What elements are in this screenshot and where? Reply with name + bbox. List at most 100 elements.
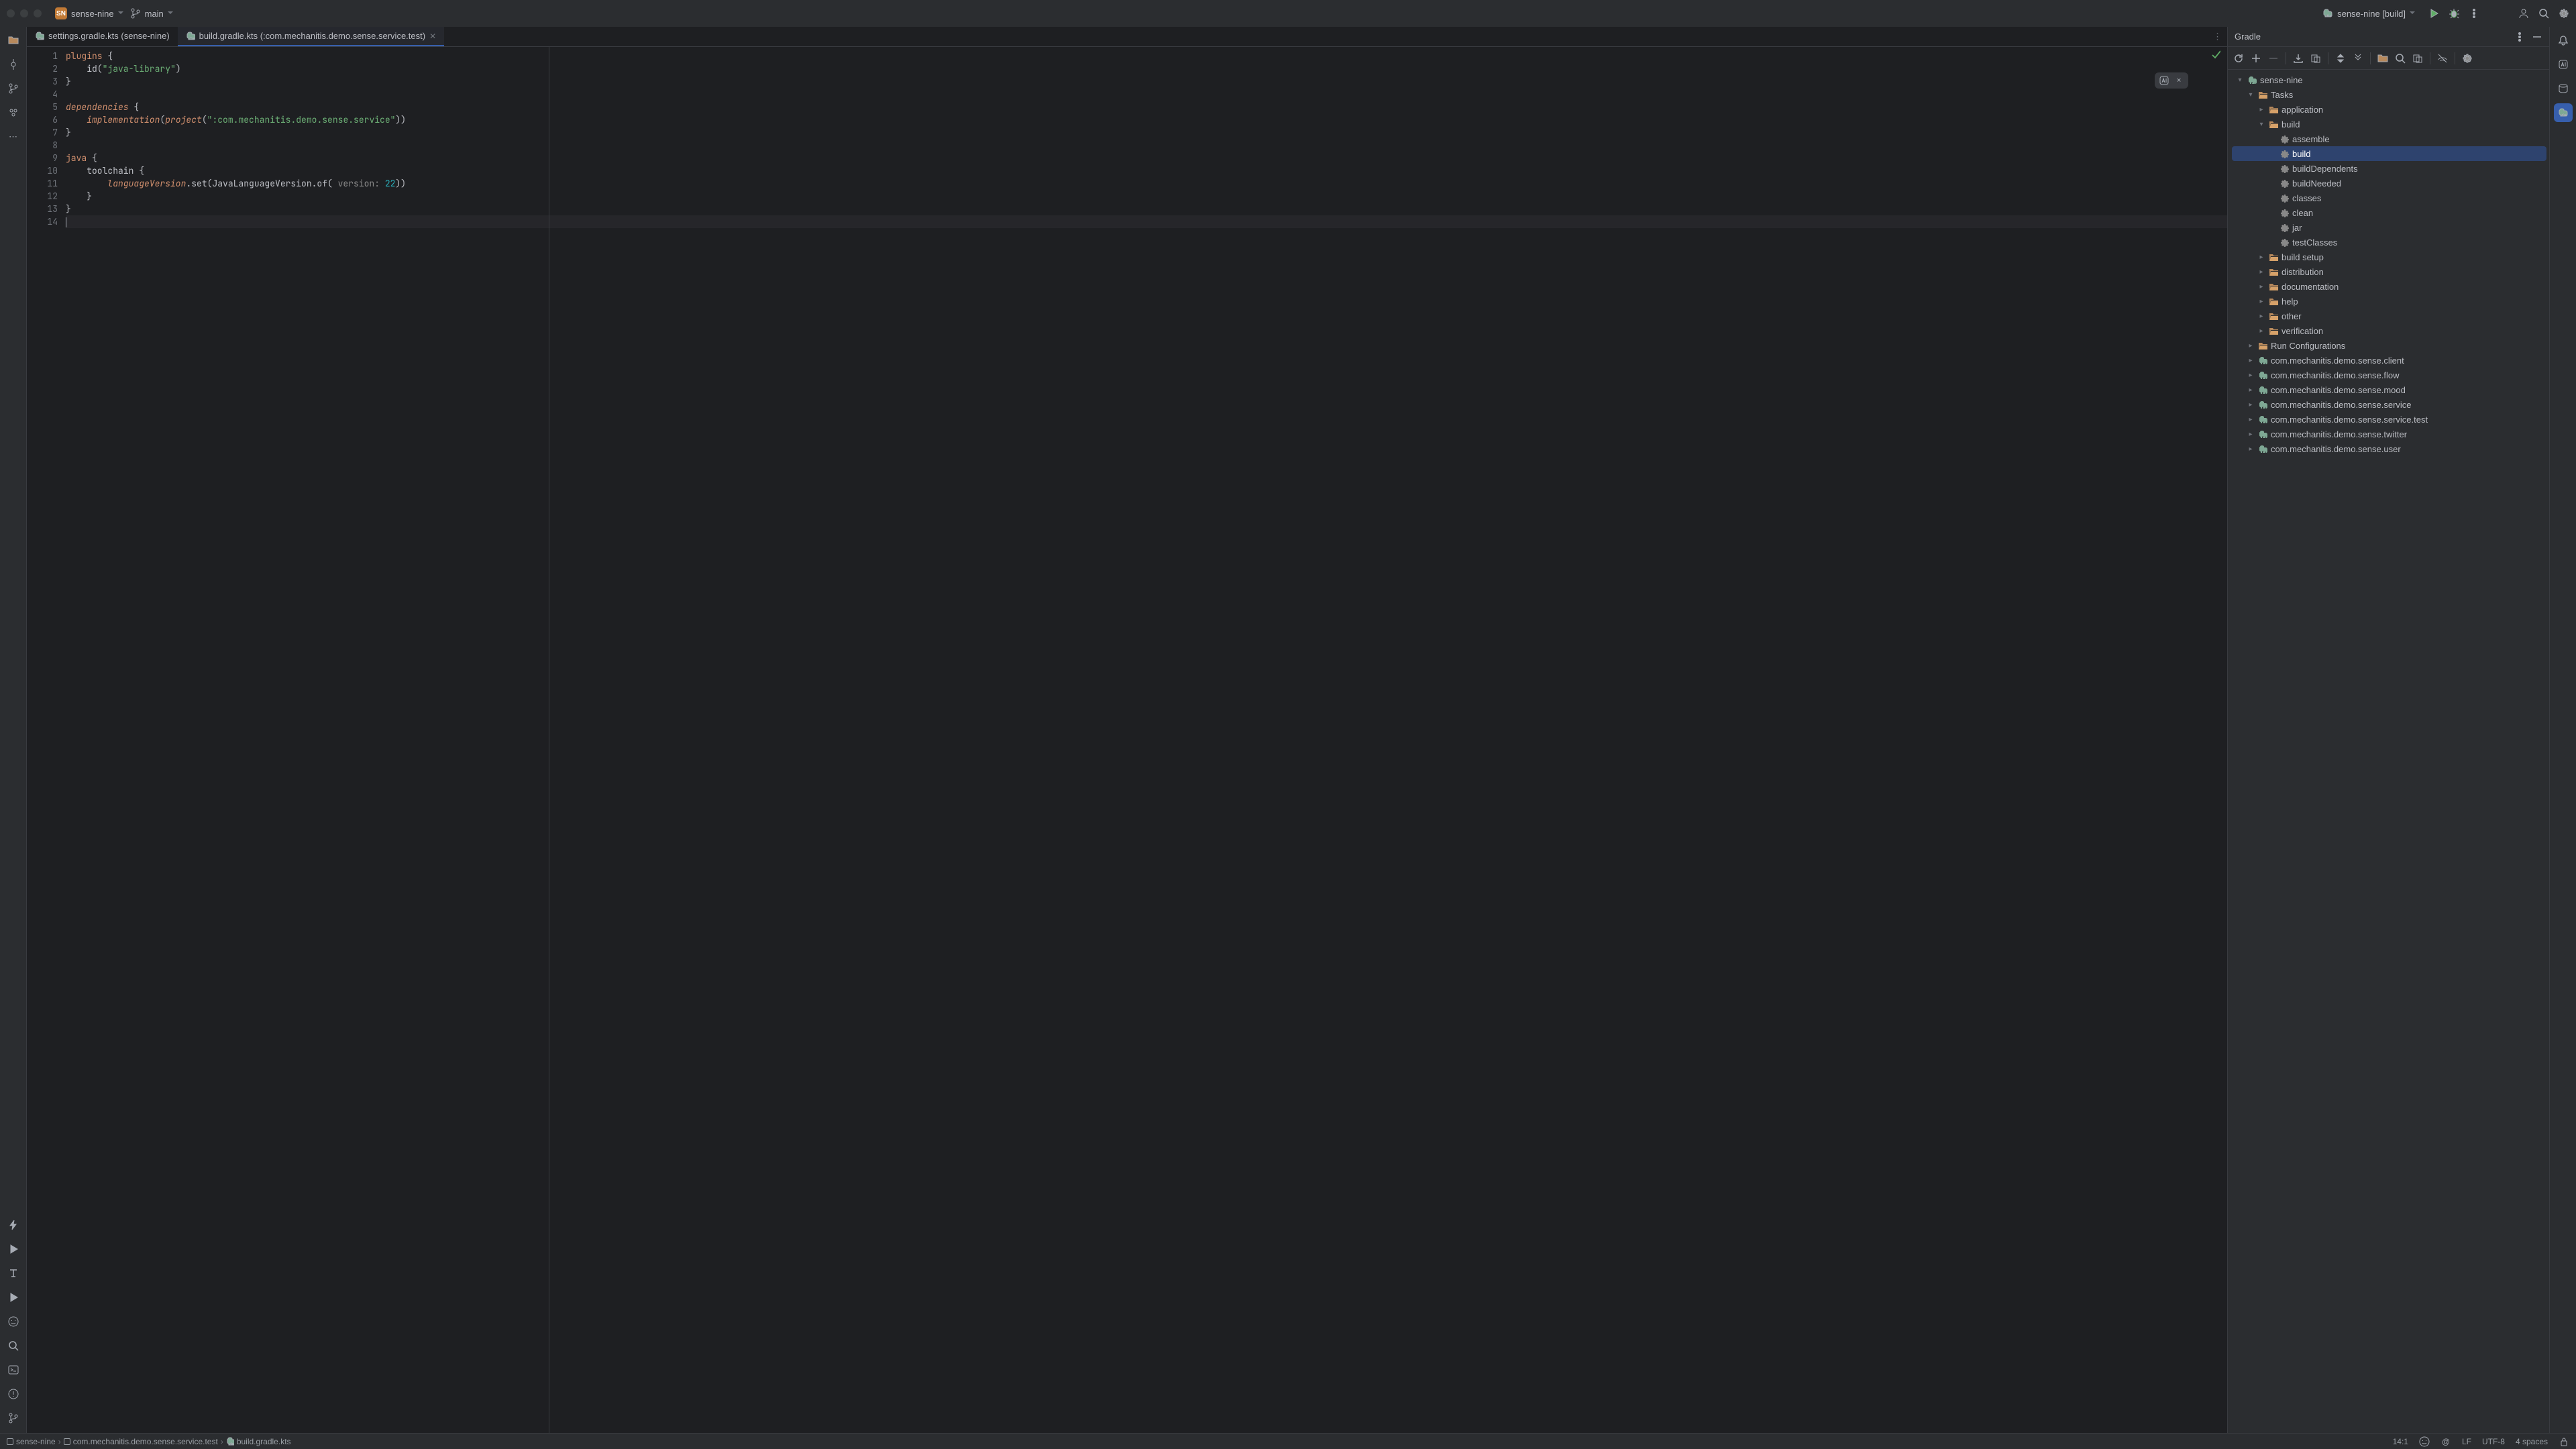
more-tool-button[interactable]: ⋯ [4, 127, 23, 146]
file-encoding[interactable]: UTF-8 [2482, 1437, 2505, 1446]
tree-twisty-icon[interactable]: ▸ [2257, 313, 2265, 320]
tree-twisty-icon[interactable]: ▸ [2247, 401, 2255, 409]
close-icon[interactable]: ✕ [429, 32, 436, 41]
editor-tab[interactable]: build.gradle.kts (:com.mechanitis.demo.s… [178, 27, 444, 46]
tree-twisty-icon[interactable]: ▸ [2257, 283, 2265, 290]
commit-tool-button[interactable] [4, 55, 23, 74]
editor-tab[interactable]: settings.gradle.kts (sense-nine) [27, 27, 178, 46]
gradle-tree-node[interactable]: ▸Run Configurations [2232, 338, 2546, 353]
indent-settings[interactable]: 4 spaces [2516, 1437, 2548, 1446]
gradle-tree-node[interactable]: ▸distribution [2232, 264, 2546, 279]
gradle-tree-node[interactable]: ▸com.mechanitis.demo.sense.mood [2232, 382, 2546, 397]
smile-icon[interactable] [2419, 1436, 2430, 1447]
tree-twisty-icon[interactable]: ▾ [2257, 121, 2265, 128]
code-line[interactable]: id("java-library") [66, 62, 2227, 75]
gradle-analyze-button[interactable] [2412, 53, 2423, 64]
gradle-task[interactable]: testClasses [2232, 235, 2546, 250]
code-line[interactable]: } [66, 190, 2227, 203]
text-tool-button[interactable] [4, 1264, 23, 1283]
find-tool-button[interactable] [4, 1336, 23, 1355]
more-actions-button[interactable] [2469, 8, 2479, 19]
run-button[interactable] [2428, 8, 2439, 19]
code-line[interactable]: } [66, 126, 2227, 139]
code-line[interactable]: languageVersion.set(JavaLanguageVersion.… [66, 177, 2227, 190]
tree-twisty-icon[interactable]: ▸ [2247, 342, 2255, 350]
tree-twisty-icon[interactable]: ▸ [2247, 372, 2255, 379]
tree-twisty-icon[interactable]: ▸ [2257, 106, 2265, 113]
gradle-tree-node[interactable]: ▸application [2232, 102, 2546, 117]
code-line[interactable]: } [66, 75, 2227, 88]
close-icon[interactable]: ✕ [2174, 75, 2184, 86]
code-line[interactable]: plugins { [66, 50, 2227, 62]
database-button[interactable] [2554, 79, 2573, 98]
gradle-tool-button[interactable] [2554, 103, 2573, 122]
traffic-max[interactable] [34, 9, 42, 17]
gradle-collapse-button[interactable] [2353, 53, 2363, 64]
structure-tool-button[interactable] [4, 103, 23, 122]
gradle-tree-node[interactable]: ▸documentation [2232, 279, 2546, 294]
gradle-refresh-button[interactable] [2233, 53, 2244, 64]
gradle-tree-node[interactable]: ▸help [2232, 294, 2546, 309]
ide-settings-button[interactable] [2559, 8, 2569, 19]
breadcrumb-item[interactable]: com.mechanitis.demo.sense.service.test [73, 1437, 218, 1446]
gradle-tree-node[interactable]: ▸com.mechanitis.demo.sense.service.test [2232, 412, 2546, 427]
gradle-find-button[interactable] [2395, 53, 2406, 64]
gradle-folders-button[interactable] [2377, 53, 2388, 64]
gradle-task[interactable]: buildNeeded [2232, 176, 2546, 191]
traffic-min[interactable] [20, 9, 28, 17]
tree-twisty-icon[interactable]: ▸ [2247, 386, 2255, 394]
breadcrumb-item[interactable]: build.gradle.kts [237, 1437, 291, 1446]
code-with-me-button[interactable] [2518, 8, 2529, 19]
tree-twisty-icon[interactable]: ▸ [2247, 431, 2255, 438]
gradle-remove-button[interactable] [2268, 53, 2279, 64]
caret-position[interactable]: 14:1 [2393, 1437, 2408, 1446]
gradle-offline-button[interactable] [2437, 53, 2448, 64]
readonly-lock-icon[interactable] [2559, 1436, 2569, 1447]
breadcrumbs[interactable]: sense-nine›com.mechanitis.demo.sense.ser… [7, 1437, 291, 1446]
gradle-tree-node[interactable]: ▾build [2232, 117, 2546, 131]
code-line[interactable] [66, 88, 2227, 101]
gradle-task[interactable]: buildDependents [2232, 161, 2546, 176]
project-selector[interactable]: SN sense-nine [55, 7, 123, 19]
panel-options-icon[interactable] [2514, 32, 2525, 42]
gradle-download-button[interactable] [2293, 53, 2304, 64]
tree-twisty-icon[interactable]: ▸ [2257, 298, 2265, 305]
window-controls[interactable] [7, 9, 42, 17]
tree-twisty-icon[interactable]: ▸ [2257, 327, 2265, 335]
tree-twisty-icon[interactable]: ▸ [2247, 445, 2255, 453]
gradle-tree-node[interactable]: ▸com.mechanitis.demo.sense.flow [2232, 368, 2546, 382]
gradle-tree-node[interactable]: ▸verification [2232, 323, 2546, 338]
gradle-tree-node[interactable]: ▸build setup [2232, 250, 2546, 264]
code-line[interactable]: } [66, 203, 2227, 215]
gradle-tree-node[interactable]: ▸com.mechanitis.demo.sense.user [2232, 441, 2546, 456]
editor-tabs-more[interactable]: ⋮ [2208, 27, 2227, 46]
gradle-task[interactable]: jar [2232, 220, 2546, 235]
gradle-tree-node[interactable]: ▸com.mechanitis.demo.sense.client [2232, 353, 2546, 368]
problems-tool-button[interactable] [4, 1385, 23, 1403]
gradle-task[interactable]: classes [2232, 191, 2546, 205]
notifications-button[interactable] [2554, 31, 2573, 50]
ai-assistant-button[interactable] [2554, 55, 2573, 74]
gradle-tree-node[interactable]: ▸com.mechanitis.demo.sense.twitter [2232, 427, 2546, 441]
gradle-tree-node[interactable]: ▸com.mechanitis.demo.sense.service [2232, 397, 2546, 412]
gradle-tree-node[interactable]: ▾Tasks [2232, 87, 2546, 102]
tree-twisty-icon[interactable]: ▸ [2257, 254, 2265, 261]
gradle-task[interactable]: clean [2232, 205, 2546, 220]
gradle-tree-node[interactable]: ▸other [2232, 309, 2546, 323]
run-config-selector[interactable]: sense-nine [build] [2318, 7, 2419, 20]
gradle-attach-button[interactable] [2310, 53, 2321, 64]
debug-button[interactable] [2449, 8, 2459, 19]
tree-twisty-icon[interactable]: ▾ [2236, 76, 2244, 84]
gradle-tree-node[interactable]: ▾sense-nine [2232, 72, 2546, 87]
run-tool-button[interactable] [4, 1240, 23, 1258]
tree-twisty-icon[interactable]: ▸ [2257, 268, 2265, 276]
code-line[interactable]: toolchain { [66, 164, 2227, 177]
gradle-task[interactable]: build [2232, 146, 2546, 161]
code-line[interactable]: implementation(project(":com.mechanitis.… [66, 113, 2227, 126]
code-line[interactable]: dependencies { [66, 101, 2227, 113]
terminal-tool-button[interactable] [4, 1360, 23, 1379]
code-line[interactable] [66, 215, 2227, 228]
git-tool-button[interactable] [4, 1409, 23, 1428]
tree-twisty-icon[interactable]: ▸ [2247, 416, 2255, 423]
services-tool-button[interactable] [4, 1216, 23, 1234]
